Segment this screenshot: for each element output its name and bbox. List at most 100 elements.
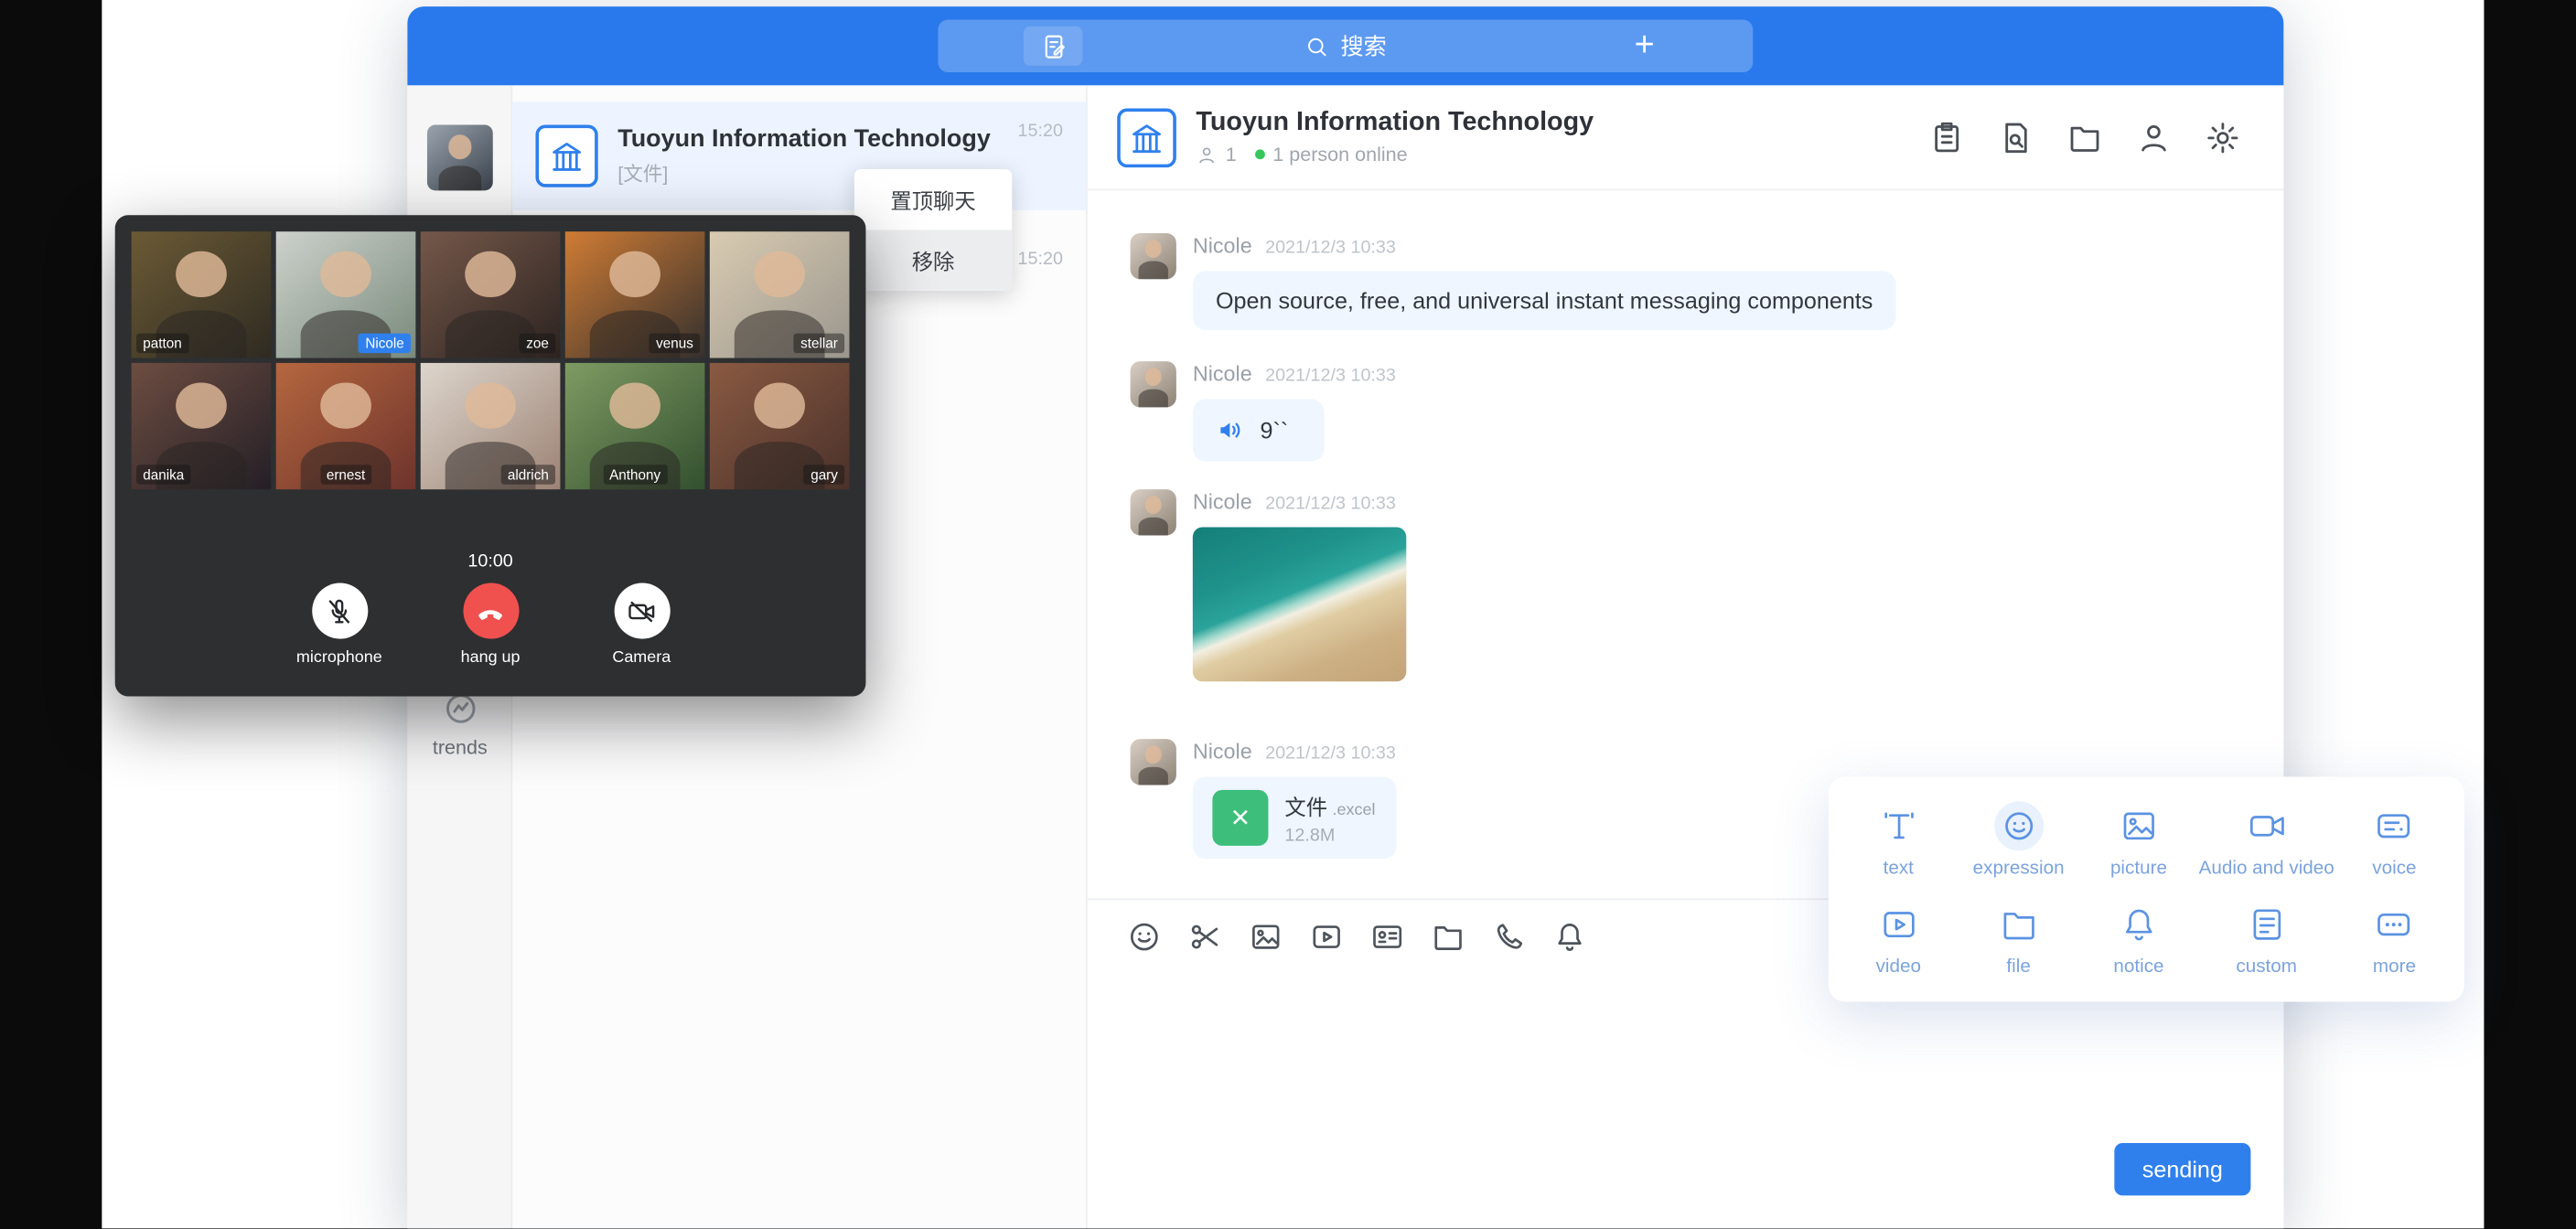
participant-video: venus <box>565 231 705 358</box>
feature-picture[interactable]: picture <box>2078 790 2198 890</box>
participant-video: patton <box>132 231 272 358</box>
context-menu: 置顶聊天 移除 <box>854 169 1012 291</box>
notice-icon <box>2114 901 2163 950</box>
message: Nicole 2021/12/3 10:33 Open source, free… <box>1131 233 1896 330</box>
organization-avatar <box>535 124 597 187</box>
participant-video: stellar <box>710 231 850 358</box>
hang-up-button[interactable]: hang up <box>439 583 541 668</box>
feature-expression[interactable]: expression <box>1959 790 2078 890</box>
sender-avatar[interactable] <box>1131 233 1176 279</box>
chat-panel: Tuoyun Information Technology 1 1 person… <box>1088 85 2283 1228</box>
sender-avatar[interactable] <box>1131 739 1176 785</box>
group-members-button[interactable] <box>2136 119 2173 155</box>
participant-video: danika <box>132 363 272 489</box>
trends-label: trends <box>433 736 488 759</box>
feature-audio-video[interactable]: Audio and video <box>2199 790 2334 890</box>
online-dot <box>1255 149 1265 159</box>
video-icon <box>1873 901 1923 950</box>
emoji-button[interactable] <box>1127 919 1162 954</box>
chat-record-search-button[interactable] <box>1998 119 2034 155</box>
file-button[interactable] <box>1431 919 1465 954</box>
camera-off-icon[interactable] <box>614 583 670 639</box>
message: Nicole 2021/12/3 10:33 9`` <box>1131 361 1396 462</box>
participant-video: zoe <box>421 231 561 358</box>
search-bar[interactable]: 搜索 <box>1304 29 1387 62</box>
send-button[interactable]: sending <box>2114 1143 2250 1195</box>
file-size: 12.8M <box>1284 826 1375 846</box>
sidebar-item-trends[interactable]: trends <box>407 689 512 758</box>
camera-toggle[interactable]: Camera <box>591 583 692 668</box>
call-button[interactable] <box>1492 919 1527 954</box>
image-message[interactable] <box>1193 527 1406 681</box>
hang-up-icon[interactable] <box>463 583 519 639</box>
user-avatar[interactable] <box>427 124 493 190</box>
compose-note-button[interactable] <box>1024 27 1083 66</box>
message-time: 2021/12/3 10:33 <box>1265 744 1396 764</box>
more-icon <box>2369 901 2419 950</box>
file-name: 文件 <box>1284 795 1327 819</box>
expression-icon <box>1994 801 2044 850</box>
chat-actions <box>1928 119 2240 155</box>
chat-meta: 1 1 person online <box>1196 143 1928 166</box>
group-files-button[interactable] <box>2066 119 2103 155</box>
mic-muted-icon[interactable] <box>311 583 367 639</box>
video-call-overlay: patton Nicole zoe venus stellar danika e… <box>115 215 866 696</box>
custom-icon <box>2242 901 2292 950</box>
menu-item-pin-chat[interactable]: 置顶聊天 <box>854 169 1012 230</box>
building-icon <box>549 138 585 175</box>
member-icon <box>1196 144 1217 165</box>
message-time: 2021/12/3 10:33 <box>1265 495 1396 515</box>
screen: 搜索 + trends Tuoyun Information Technolog… <box>0 0 2576 1228</box>
sender-name: Nicole <box>1193 361 1252 386</box>
chat-header-info: Tuoyun Information Technology 1 1 person… <box>1196 109 1928 166</box>
search-label: 搜索 <box>1340 29 1386 62</box>
online-status: 1 person online <box>1272 143 1407 166</box>
participant-video: Nicole <box>276 231 416 358</box>
voice-duration: 9`` <box>1260 417 1288 444</box>
file-extension: .excel <box>1333 801 1376 819</box>
message: Nicole 2021/12/3 10:33 <box>1131 489 1407 681</box>
sender-name: Nicole <box>1193 739 1252 764</box>
text-message-bubble: Open source, free, and universal instant… <box>1193 271 1896 330</box>
building-icon <box>1129 119 1165 155</box>
message: Nicole 2021/12/3 10:33 ✕ 文件 .excel 12.8M <box>1131 739 1396 859</box>
participant-video: Anthony <box>565 363 705 489</box>
feature-more[interactable]: more <box>2334 889 2454 989</box>
voice-message-bubble[interactable]: 9`` <box>1193 399 1325 461</box>
conversation-title: Tuoyun Information Technology <box>617 124 1063 153</box>
group-avatar <box>1117 108 1176 167</box>
group-notice-button[interactable] <box>1928 119 1965 155</box>
voice-icon <box>2369 801 2419 850</box>
microphone-toggle[interactable]: microphone <box>288 583 390 668</box>
feature-file[interactable]: file <box>1959 889 2078 989</box>
settings-button[interactable] <box>2205 119 2241 155</box>
notification-button[interactable] <box>1552 919 1587 954</box>
note-edit-icon <box>1039 32 1068 60</box>
app-header: 搜索 + <box>407 6 2283 85</box>
sender-avatar[interactable] <box>1131 361 1176 407</box>
audio-video-icon <box>2242 801 2292 850</box>
text-icon <box>1873 801 1923 850</box>
speaker-icon <box>1216 415 1245 444</box>
menu-item-remove[interactable]: 移除 <box>854 230 1012 290</box>
feature-text[interactable]: text <box>1839 790 1959 890</box>
feature-voice[interactable]: voice <box>2334 790 2454 890</box>
message-time: 2021/12/3 10:33 <box>1265 238 1396 258</box>
feature-custom[interactable]: custom <box>2199 889 2334 989</box>
participant-grid: patton Nicole zoe venus stellar danika e… <box>132 231 850 489</box>
excel-file-icon: ✕ <box>1212 790 1268 846</box>
file-message-bubble[interactable]: ✕ 文件 .excel 12.8M <box>1193 776 1396 859</box>
participant-video: aldrich <box>421 363 561 489</box>
feature-notice[interactable]: notice <box>2078 889 2198 989</box>
conversation-time: 15:20 <box>1018 122 1063 142</box>
add-button[interactable]: + <box>1608 20 1680 72</box>
contact-card-button[interactable] <box>1370 919 1405 954</box>
screenshot-button[interactable] <box>1187 919 1222 954</box>
image-button[interactable] <box>1249 919 1283 954</box>
picture-icon <box>2114 801 2163 850</box>
sender-name: Nicole <box>1193 489 1252 514</box>
sender-avatar[interactable] <box>1131 489 1176 535</box>
chat-title: Tuoyun Information Technology <box>1196 109 1928 138</box>
feature-video[interactable]: video <box>1839 889 1959 989</box>
video-button[interactable] <box>1309 919 1344 954</box>
